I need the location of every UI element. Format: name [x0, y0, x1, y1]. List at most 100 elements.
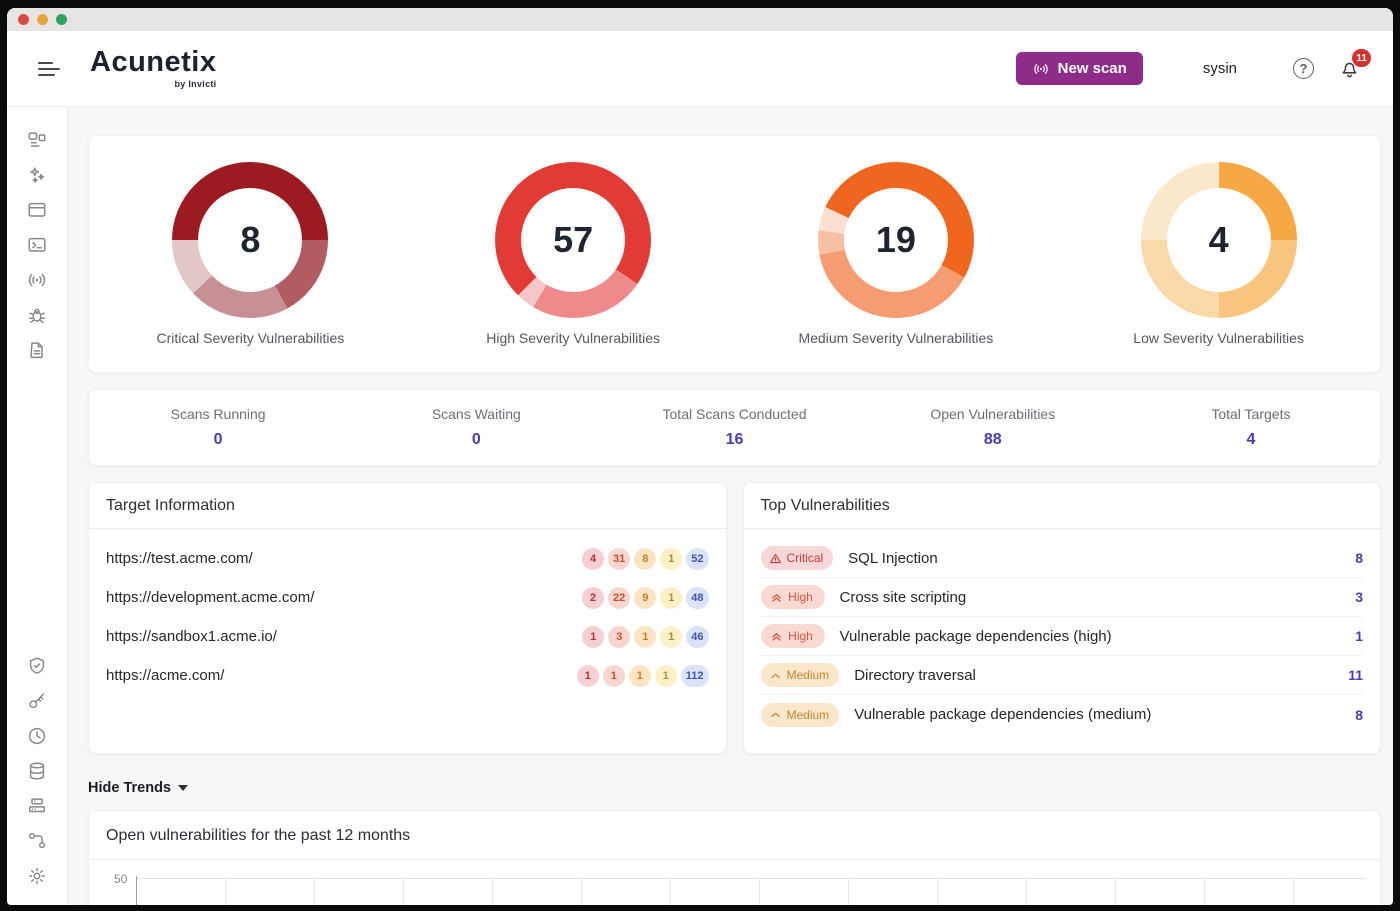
help-icon[interactable]: ? [1293, 58, 1314, 79]
gear-icon[interactable] [26, 865, 48, 887]
trends-chart-header: Open vulnerabilities for the past 12 mon… [89, 811, 1380, 860]
severity-donut-4[interactable]: 4Low Severity Vulnerabilities [1057, 162, 1380, 346]
dashboard-icon[interactable] [26, 129, 48, 151]
high-count-badge[interactable]: 31 [608, 548, 630, 570]
clock-icon[interactable] [26, 725, 48, 747]
info-count-badge[interactable]: 46 [686, 626, 708, 648]
low-count-badge[interactable]: 1 [655, 665, 677, 687]
severity-donut-3[interactable]: 19Medium Severity Vulnerabilities [735, 162, 1058, 346]
donut-count: 8 [240, 219, 260, 261]
new-scan-label: New scan [1058, 60, 1127, 77]
info-count-badge[interactable]: 112 [681, 665, 709, 687]
document-icon[interactable] [26, 339, 48, 361]
y-axis-tick-label: 50 [114, 872, 127, 886]
minimize-window-button[interactable] [37, 14, 48, 25]
target-row[interactable]: https://test.acme.com/4318152 [106, 539, 709, 578]
target-information-title: Target Information [106, 497, 235, 514]
severity-summary-card: 8Critical Severity Vulnerabilities57High… [88, 135, 1381, 373]
target-row[interactable]: https://development.acme.com/2229148 [106, 578, 709, 617]
close-window-button[interactable] [18, 14, 29, 25]
window-inner: Acunetix by Invicti New scan sysin ? 11 [7, 8, 1393, 905]
terminal-icon[interactable] [26, 234, 48, 256]
high-count-badge[interactable]: 1 [603, 665, 625, 687]
target-url[interactable]: https://sandbox1.acme.io/ [106, 628, 277, 645]
stat-value[interactable]: 4 [1246, 431, 1255, 449]
panels-row: Target Information https://test.acme.com… [88, 482, 1381, 754]
target-url[interactable]: https://acme.com/ [106, 667, 224, 684]
severity-label: Critical [787, 551, 824, 565]
app-window: Acunetix by Invicti New scan sysin ? 11 [0, 0, 1400, 911]
workflow-icon[interactable] [26, 830, 48, 852]
scan-stats-card: Scans Running0Scans Waiting0Total Scans … [88, 389, 1381, 466]
critical-count-badge[interactable]: 1 [582, 626, 604, 648]
macos-titlebar [7, 8, 1393, 31]
database-icon[interactable] [26, 760, 48, 782]
menu-icon[interactable] [38, 62, 62, 76]
vulnerability-row[interactable]: HighCross site scripting3 [761, 578, 1364, 617]
chevron-down-icon [178, 785, 188, 791]
bug-icon[interactable] [26, 304, 48, 326]
shield-check-icon[interactable] [26, 655, 48, 677]
vulnerability-count[interactable]: 8 [1355, 550, 1363, 566]
low-count-badge[interactable]: 1 [660, 626, 682, 648]
vulnerability-count[interactable]: 11 [1348, 667, 1363, 683]
username-menu[interactable]: sysin [1203, 60, 1237, 77]
target-url[interactable]: https://development.acme.com/ [106, 589, 314, 606]
vulnerability-row[interactable]: HighVulnerable package dependencies (hig… [761, 617, 1364, 656]
severity-pill: Medium [761, 703, 840, 727]
target-url[interactable]: https://test.acme.com/ [106, 550, 253, 567]
target-row[interactable]: https://sandbox1.acme.io/131146 [106, 617, 709, 656]
severity-pill: High [761, 585, 825, 609]
broadcast-icon[interactable] [26, 269, 48, 291]
low-count-badge[interactable]: 1 [660, 548, 682, 570]
stat-item: Total Scans Conducted16 [605, 406, 863, 449]
critical-count-badge[interactable]: 1 [577, 665, 599, 687]
donut-hole: 8 [198, 188, 302, 292]
browser-icon[interactable] [26, 199, 48, 221]
sparkles-icon[interactable] [26, 164, 48, 186]
stat-item: Scans Waiting0 [347, 406, 605, 449]
vulnerability-count[interactable]: 8 [1355, 707, 1363, 723]
severity-pill: Medium [761, 663, 840, 687]
zoom-window-button[interactable] [56, 14, 67, 25]
donut-hole: 19 [844, 188, 948, 292]
stat-value[interactable]: 0 [472, 431, 481, 449]
server-icon[interactable] [26, 795, 48, 817]
critical-count-badge[interactable]: 4 [582, 548, 604, 570]
info-count-badge[interactable]: 48 [686, 587, 708, 609]
medium-count-badge[interactable]: 1 [634, 626, 656, 648]
vulnerability-count[interactable]: 1 [1355, 628, 1363, 644]
notifications-button[interactable]: 11 [1338, 57, 1361, 80]
target-row[interactable]: https://acme.com/1111112 [106, 656, 709, 695]
critical-count-badge[interactable]: 2 [582, 587, 604, 609]
trends-chart-card: Open vulnerabilities for the past 12 mon… [88, 810, 1381, 905]
vulnerability-count[interactable]: 3 [1355, 589, 1363, 605]
top-vulnerabilities-body: CriticalSQL Injection8HighCross site scr… [744, 529, 1381, 734]
vulnerability-row[interactable]: CriticalSQL Injection8 [761, 539, 1364, 578]
severity-label: Medium [787, 708, 830, 722]
medium-count-badge[interactable]: 9 [634, 587, 656, 609]
low-count-badge[interactable]: 1 [660, 587, 682, 609]
high-count-badge[interactable]: 3 [608, 626, 630, 648]
vulnerability-name: Vulnerable package dependencies (medium) [854, 706, 1151, 723]
severity-donut-1[interactable]: 8Critical Severity Vulnerabilities [89, 162, 412, 346]
app-body: 8Critical Severity Vulnerabilities57High… [7, 107, 1393, 905]
top-vulnerabilities-header: Top Vulnerabilities [744, 483, 1381, 529]
stat-value[interactable]: 0 [214, 431, 223, 449]
info-count-badge[interactable]: 52 [686, 548, 708, 570]
vulnerability-row[interactable]: MediumDirectory traversal11 [761, 656, 1364, 695]
stat-value[interactable]: 16 [726, 431, 744, 449]
donut-label: High Severity Vulnerabilities [486, 330, 660, 346]
new-scan-button[interactable]: New scan [1016, 52, 1143, 85]
medium-count-badge[interactable]: 1 [629, 665, 651, 687]
medium-count-badge[interactable]: 8 [634, 548, 656, 570]
high-count-badge[interactable]: 22 [608, 587, 630, 609]
severity-donut-2[interactable]: 57High Severity Vulnerabilities [412, 162, 735, 346]
stat-value[interactable]: 88 [984, 431, 1002, 449]
warning-triangle-icon [769, 552, 782, 565]
vulnerability-row[interactable]: Medium Vulnerable package dependencies (m… [761, 695, 1364, 734]
hide-trends-toggle[interactable]: Hide Trends [88, 780, 188, 796]
chevrons-up-icon [770, 630, 783, 643]
broadcast-icon [1032, 60, 1050, 78]
key-icon[interactable] [26, 690, 48, 712]
